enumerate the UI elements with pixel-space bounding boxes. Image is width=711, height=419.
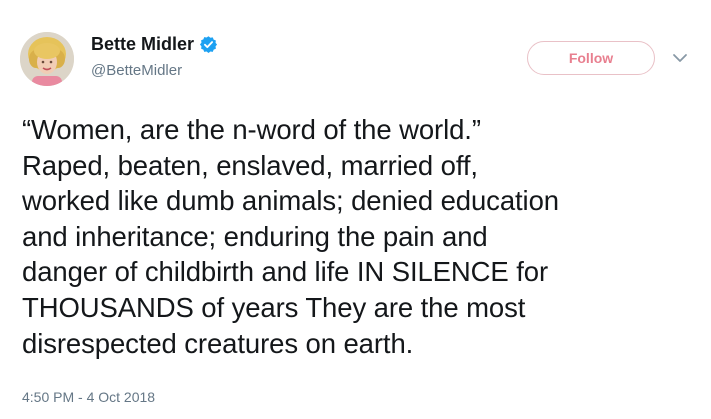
tweet-card: Bette Midler @BetteMidler Follow “Women,… <box>0 0 711 419</box>
verified-badge-icon <box>199 35 218 54</box>
display-name-row: Bette Midler <box>91 34 218 55</box>
user-handle[interactable]: @BetteMidler <box>91 62 182 79</box>
tweet-text: “Women, are the n-word of the world.” Ra… <box>22 114 559 359</box>
tweet-timestamp[interactable]: 4:50 PM - 4 Oct 2018 <box>22 389 155 405</box>
avatar-photo-icon <box>20 32 74 86</box>
display-name[interactable]: Bette Midler <box>91 34 194 55</box>
follow-button[interactable]: Follow <box>527 41 655 75</box>
avatar[interactable] <box>20 32 74 86</box>
chevron-down-icon[interactable] <box>672 51 688 63</box>
